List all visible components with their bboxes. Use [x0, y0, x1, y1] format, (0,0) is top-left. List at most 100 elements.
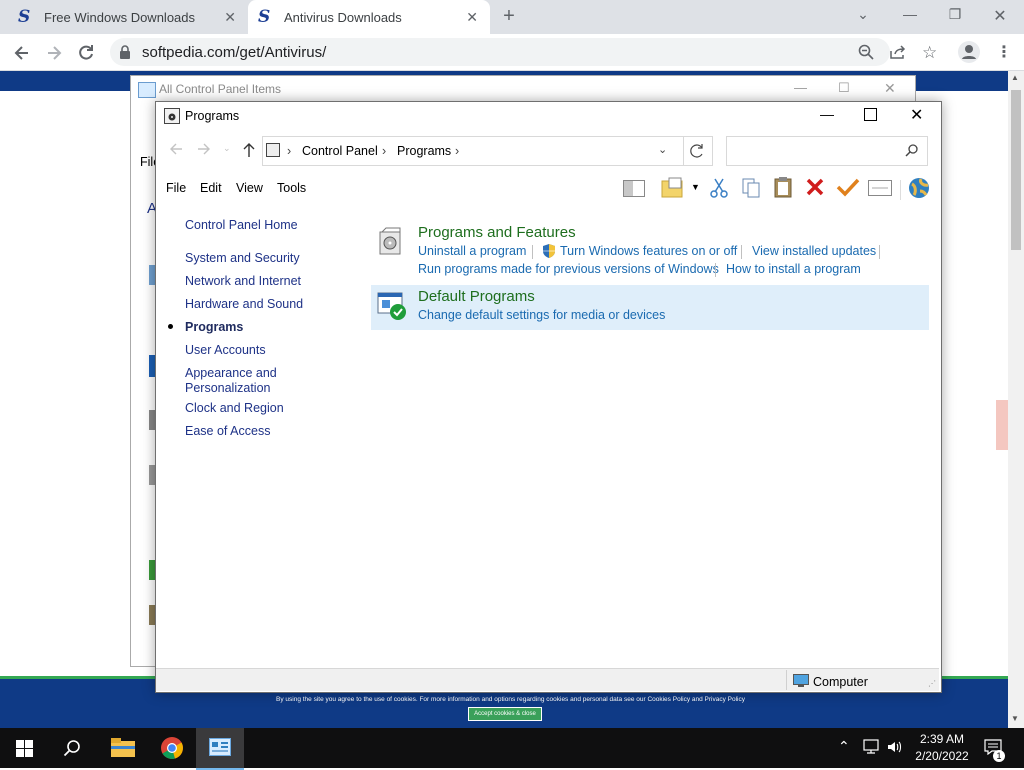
profile-avatar-icon[interactable]	[958, 41, 980, 63]
breadcrumb-programs[interactable]: Programs	[397, 144, 451, 158]
feedback-side-tab[interactable]	[996, 400, 1008, 450]
uninstall-program-link[interactable]: Uninstall a program	[418, 244, 526, 258]
nav-clock-and-region[interactable]: Clock and Region	[185, 401, 284, 415]
status-divider	[786, 670, 787, 690]
tab-title: Free Windows Downloads	[44, 9, 196, 25]
share-icon[interactable]	[889, 44, 907, 60]
nav-appearance-and[interactable]: Appearance and	[185, 366, 277, 380]
search-input[interactable]	[726, 136, 928, 166]
tab-close-icon[interactable]: ✕	[224, 9, 236, 26]
programs-and-features-icon	[378, 226, 404, 256]
zoom-icon[interactable]	[858, 44, 874, 60]
menu-edit[interactable]: Edit	[200, 181, 222, 195]
menu-view[interactable]: View	[236, 181, 263, 195]
current-item-bullet	[168, 324, 173, 329]
show-hidden-icons-chevron-icon[interactable]: ⌃	[838, 738, 850, 755]
tab-antivirus-downloads[interactable]: S Antivirus Downloads ✕	[248, 0, 490, 34]
close-button[interactable]: ✕	[910, 105, 923, 125]
chrome-icon[interactable]	[160, 736, 184, 760]
search-icon[interactable]	[905, 143, 919, 157]
nav-hardware-and-sound[interactable]: Hardware and Sound	[185, 297, 303, 311]
delete-icon[interactable]	[805, 177, 825, 197]
breadcrumb-separator-icon[interactable]: ›	[287, 144, 291, 158]
file-explorer-icon[interactable]	[111, 737, 135, 757]
folder-options-dropdown-icon[interactable]: ▼	[691, 182, 700, 192]
uac-shield-icon	[542, 243, 556, 259]
tab-title: Antivirus Downloads	[284, 9, 402, 25]
recent-locations-chevron-icon[interactable]: ⌄	[223, 143, 231, 154]
nav-network-and-internet[interactable]: Network and Internet	[185, 274, 301, 288]
default-programs-title[interactable]: Default Programs	[418, 288, 535, 305]
browser-menu-icon[interactable]: ⋮	[996, 42, 1012, 62]
link-separator	[879, 245, 880, 259]
clock-date[interactable]: 2/20/2022	[910, 749, 974, 763]
programs-and-features-title[interactable]: Programs and Features	[418, 224, 576, 241]
refresh-button[interactable]	[682, 136, 713, 166]
browser-minimize-button[interactable]: —	[900, 6, 920, 22]
nav-ease-of-access[interactable]: Ease of Access	[185, 424, 270, 438]
bg-minimize-button[interactable]: —	[794, 80, 807, 95]
new-tab-button[interactable]: +	[500, 6, 518, 26]
how-to-install-link[interactable]: How to install a program	[726, 262, 861, 276]
toolbar-divider	[900, 180, 901, 200]
reload-icon[interactable]	[76, 43, 96, 63]
page-scrollbar-thumb[interactable]	[1011, 90, 1021, 250]
accept-cookies-button[interactable]: Accept cookies & close	[468, 707, 542, 721]
copy-icon[interactable]	[741, 177, 761, 199]
rename-icon[interactable]	[868, 180, 892, 196]
cookie-notice-text: By using the site you agree to the use o…	[276, 696, 745, 703]
up-arrow-icon[interactable]	[241, 141, 257, 159]
address-dropdown-chevron-icon[interactable]: ⌄	[658, 143, 667, 156]
menu-tools[interactable]: Tools	[277, 181, 306, 195]
bg-close-button[interactable]: ✕	[884, 80, 896, 97]
back-arrow-icon[interactable]	[12, 43, 32, 63]
bg-maximize-button[interactable]: ☐	[838, 80, 850, 96]
breadcrumb-control-panel[interactable]: Control Panel	[302, 144, 378, 158]
paste-clipboard-icon[interactable]	[773, 176, 793, 198]
forward-arrow-icon[interactable]	[44, 43, 64, 63]
view-installed-updates-link[interactable]: View installed updates	[752, 244, 876, 258]
search-icon[interactable]	[63, 739, 81, 757]
maximize-button[interactable]	[864, 108, 877, 121]
network-icon[interactable]	[862, 739, 880, 755]
run-previous-versions-link[interactable]: Run programs made for previous versions …	[418, 262, 719, 276]
turn-windows-features-link[interactable]: Turn Windows features on or off	[560, 244, 737, 258]
default-programs-icon	[376, 290, 408, 322]
computer-icon	[793, 674, 809, 688]
scroll-down-arrow-icon[interactable]: ▼	[1011, 714, 1019, 723]
browser-restore-button[interactable]: ❐	[945, 6, 965, 23]
bookmark-star-icon[interactable]: ☆	[922, 43, 937, 63]
scroll-up-arrow-icon[interactable]: ▲	[1011, 73, 1019, 82]
nav-system-and-security[interactable]: System and Security	[185, 251, 300, 265]
volume-icon[interactable]	[886, 739, 904, 755]
nav-user-accounts[interactable]: User Accounts	[185, 343, 266, 357]
tab-search-chevron-icon[interactable]: ⌄	[853, 6, 873, 23]
start-windows-icon[interactable]	[16, 740, 33, 757]
minimize-button[interactable]: —	[820, 106, 834, 122]
cut-scissors-icon[interactable]	[709, 177, 729, 199]
lock-icon[interactable]	[118, 44, 132, 60]
change-default-settings-link[interactable]: Change default settings for media or dev…	[418, 308, 665, 322]
nav-personalization[interactable]: Personalization	[185, 381, 270, 395]
programs-window-icon	[164, 108, 180, 124]
folder-options-icon[interactable]	[661, 177, 683, 199]
properties-checkmark-icon[interactable]	[836, 177, 860, 197]
clock-time[interactable]: 2:39 AM	[910, 732, 974, 746]
tab-close-icon[interactable]: ✕	[466, 9, 478, 26]
nav-programs-current: Programs	[185, 320, 244, 334]
tab-free-windows-downloads[interactable]: S Free Windows Downloads ✕	[0, 0, 248, 34]
preview-pane-icon[interactable]	[623, 180, 645, 197]
menu-file[interactable]: File	[166, 181, 186, 195]
nav-control-panel-home[interactable]: Control Panel Home	[185, 218, 298, 232]
softpedia-favicon: S	[18, 7, 31, 27]
url-text[interactable]: softpedia.com/get/Antivirus/	[142, 44, 326, 61]
control-panel-icon	[209, 738, 231, 758]
forward-arrow-icon[interactable]	[196, 141, 212, 157]
breadcrumb-separator-icon[interactable]: ›	[382, 144, 386, 158]
back-arrow-icon[interactable]	[168, 141, 184, 157]
breadcrumb-separator-icon[interactable]: ›	[455, 144, 459, 158]
browser-close-button[interactable]: ✕	[990, 6, 1010, 26]
bg-window-title: All Control Panel Items	[159, 82, 282, 96]
internet-globe-icon[interactable]	[907, 176, 931, 200]
resize-grip-icon[interactable]: ⋰	[928, 679, 936, 688]
